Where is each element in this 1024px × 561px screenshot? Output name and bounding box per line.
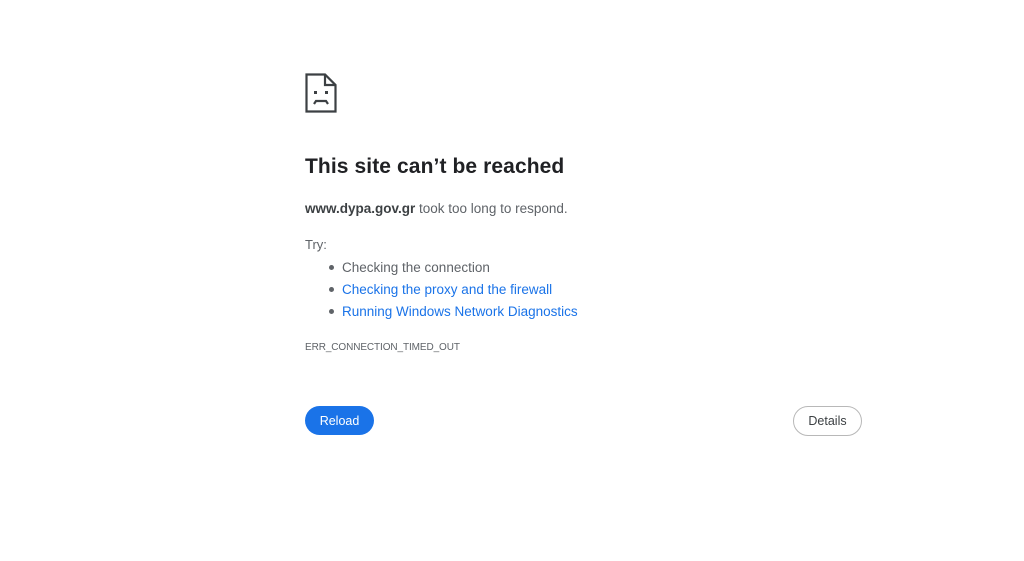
suggestion-proxy-firewall-link[interactable]: Checking the proxy and the firewall [342,282,552,297]
details-button[interactable]: Details [793,406,862,436]
error-host: www.dypa.gov.gr [305,201,416,216]
error-code: ERR_CONNECTION_TIMED_OUT [305,342,460,353]
suggestion-item: Checking the connection [305,259,578,281]
bullet-icon [329,309,334,314]
suggestions-list: Checking the connection Checking the pro… [305,259,578,325]
error-description: www.dypa.gov.gr took too long to respond… [305,201,568,216]
bullet-icon [329,287,334,292]
suggestion-item: Checking the proxy and the firewall [305,281,578,303]
error-message: took too long to respond. [415,201,568,216]
try-label: Try: [305,237,327,252]
reload-button[interactable]: Reload [305,406,374,435]
suggestion-item: Running Windows Network Diagnostics [305,303,578,325]
suggestion-check-connection: Checking the connection [342,260,490,275]
suggestion-network-diagnostics-link[interactable]: Running Windows Network Diagnostics [342,304,578,319]
sad-page-icon [305,73,337,113]
error-title: This site can’t be reached [305,155,565,178]
bullet-icon [329,265,334,270]
